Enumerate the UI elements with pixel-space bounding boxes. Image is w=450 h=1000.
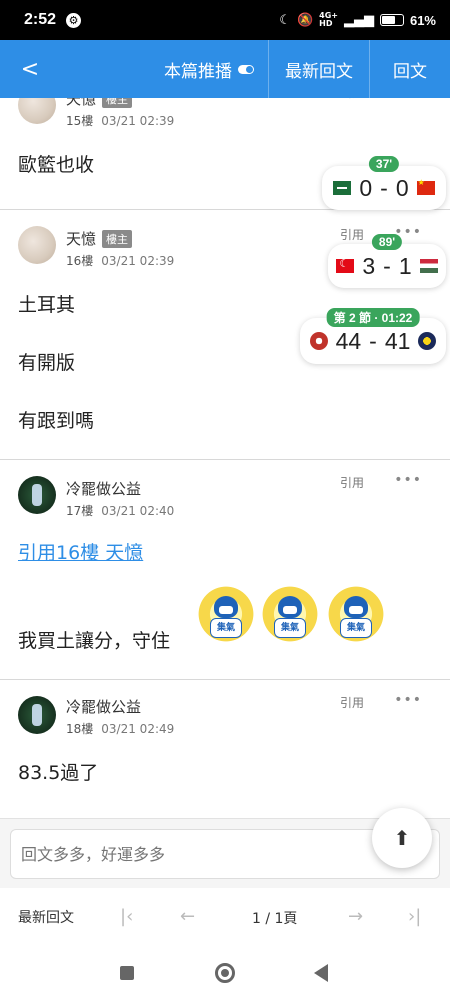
saudi-flag-icon — [333, 181, 352, 195]
post-text: 我買土讓分，守住 — [18, 630, 171, 652]
previous-page-icon[interactable]: ← — [180, 906, 195, 927]
live-score-widget[interactable]: 第 2 節 · 01:22 44 - 41 — [300, 308, 446, 364]
turkey-flag-icon — [336, 257, 355, 273]
next-page-icon[interactable]: → — [348, 906, 363, 927]
quote-button[interactable]: 引用 — [340, 226, 364, 243]
home-score: 0 — [359, 174, 373, 201]
score-separator: - — [380, 174, 388, 201]
hungary-flag-icon — [419, 259, 438, 273]
chevron-left-icon: < — [20, 56, 40, 82]
avatar[interactable] — [18, 98, 56, 124]
cheer-sticker-icon: 集氣 — [258, 582, 322, 646]
match-time-badge: 第 2 節 · 01:22 — [326, 308, 420, 327]
page-indicator[interactable]: 1 / 1頁 — [252, 908, 297, 928]
away-score: 41 — [384, 327, 411, 354]
push-label: 本篇推播 — [164, 61, 232, 82]
post-author[interactable]: 天憶 樓主 — [66, 228, 133, 249]
latest-replies-button[interactable]: 最新回文 — [269, 40, 370, 98]
op-badge: 樓主 — [102, 229, 133, 248]
reply-button[interactable]: 回文 — [370, 40, 450, 98]
quote-button[interactable]: 引用 — [340, 694, 364, 711]
battery-percent: 61% — [409, 12, 436, 28]
upload-arrow-icon: ⬆ — [393, 826, 411, 850]
post-text: 歐籃也收 — [18, 154, 95, 176]
avatar[interactable] — [18, 226, 56, 264]
live-score-widget[interactable]: 37' 0 - 0 — [322, 156, 446, 210]
post-text-line: 土耳其 — [18, 294, 76, 316]
post-meta: 18樓 03/21 02:49 — [66, 722, 175, 736]
moon-icon: ☾ — [279, 12, 291, 28]
quote-button[interactable]: 引用 — [340, 474, 364, 491]
avatar[interactable] — [18, 476, 56, 514]
quoted-post-link[interactable]: 引用16樓 天憶 — [18, 538, 143, 565]
more-options-icon[interactable]: ••• — [394, 472, 422, 488]
signal-icon: ▂▄▆ — [343, 12, 374, 28]
more-options-icon[interactable]: ••• — [394, 692, 422, 708]
back-icon[interactable] — [314, 964, 328, 982]
post-meta: 15樓 03/21 02:39 — [66, 114, 175, 128]
post-text-line: 有開版 — [18, 352, 76, 374]
network-indicator: 4G+ HD — [319, 11, 338, 28]
post-author[interactable]: 冷罷做公益 — [66, 696, 141, 717]
last-page-icon[interactable]: ›| — [408, 906, 421, 927]
settings-notification-icon: ⚙ — [66, 12, 82, 28]
pagination-bar: 最新回文 |‹ ← 1 / 1頁 → ›| — [0, 888, 450, 946]
live-score-widget[interactable]: 89' 3 - 1 — [328, 234, 446, 288]
match-time-badge: 37' — [368, 156, 400, 172]
toggle-icon — [238, 64, 254, 74]
latest-replies-link[interactable]: 最新回文 — [18, 907, 74, 927]
post-18: 冷罷做公益 18樓 03/21 02:49 引用 ••• 83.5過了 — [0, 680, 450, 818]
post-author[interactable]: 天憶 樓主 — [66, 98, 133, 109]
cheer-sticker-icon: 集氣 — [324, 582, 388, 646]
recents-icon[interactable] — [120, 966, 134, 980]
navy-club-crest-icon — [418, 332, 437, 350]
back-button[interactable]: < — [0, 40, 60, 98]
system-nav-bar — [0, 946, 450, 1000]
away-score: 0 — [395, 174, 409, 201]
post-author[interactable]: 冷罷做公益 — [66, 478, 141, 499]
scroll-to-top-button[interactable]: ⬆ — [372, 808, 432, 868]
op-badge: 樓主 — [102, 98, 133, 108]
avatar[interactable] — [18, 696, 56, 734]
home-score: 3 — [362, 252, 376, 279]
first-page-icon[interactable]: |‹ — [120, 906, 133, 927]
home-score: 44 — [335, 327, 362, 354]
app-header: < 本篇推播 最新回文 回文 — [0, 40, 450, 98]
status-icons: ☾ 🔕 4G+ HD ▂▄▆ 61% — [279, 12, 436, 28]
post-text: 83.5過了 — [18, 762, 99, 784]
home-icon[interactable] — [215, 963, 235, 983]
post-meta: 16樓 03/21 02:39 — [66, 254, 175, 268]
quote-button[interactable]: 引用 — [340, 98, 364, 101]
score-separator: - — [383, 252, 391, 279]
mute-icon: 🔕 — [296, 12, 314, 28]
score-separator: - — [369, 327, 377, 354]
post-text-line: 有跟到嗎 — [18, 410, 95, 432]
battery-icon — [379, 14, 404, 26]
push-notification-toggle[interactable]: 本篇推播 — [164, 40, 269, 98]
status-bar: 2:52 ⚙ ☾ 🔕 4G+ HD ▂▄▆ 61% — [0, 0, 450, 40]
post-meta: 17樓 03/21 02:40 — [66, 504, 175, 518]
status-time: 2:52 — [24, 11, 57, 28]
red-club-crest-icon — [309, 332, 328, 350]
away-score: 1 — [398, 252, 412, 279]
post-17: 冷罷做公益 17樓 03/21 02:40 引用 ••• 引用16樓 天憶 我買土… — [0, 460, 450, 680]
match-time-badge: 89' — [371, 234, 403, 250]
china-flag-icon — [416, 178, 435, 195]
cheer-sticker-icon: 集氣 — [194, 582, 258, 646]
